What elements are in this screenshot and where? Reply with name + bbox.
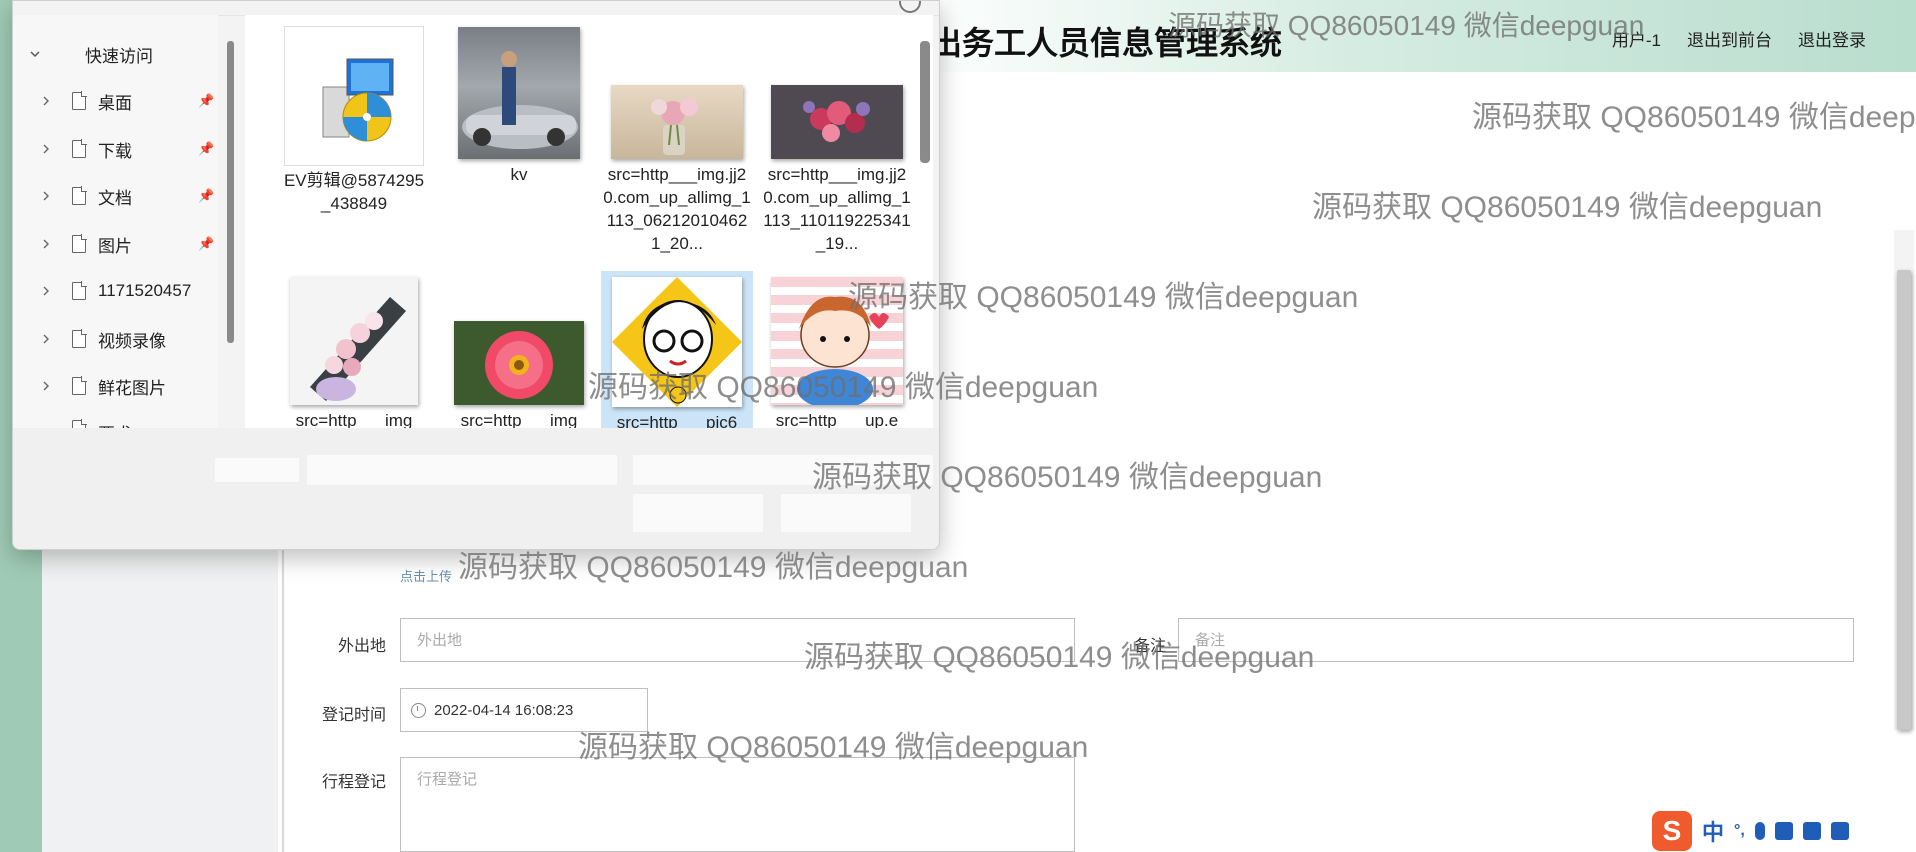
photo-thumbnail bbox=[454, 321, 584, 405]
microphone-icon[interactable] bbox=[1754, 822, 1765, 840]
ime-toolbar: S 中 °, bbox=[1652, 810, 1916, 852]
nav-item-pictures[interactable]: 图片 📌 bbox=[13, 224, 218, 264]
file-name: src=http___up.e bbox=[775, 411, 899, 428]
remark-label: 备注 bbox=[1133, 638, 1166, 655]
nav-item-label: 下载 bbox=[98, 141, 132, 161]
chevron-down-icon[interactable] bbox=[29, 48, 41, 60]
pin-icon: 📌 bbox=[198, 236, 215, 251]
photo-thumbnail bbox=[611, 85, 743, 159]
file-list: EV剪辑@5874295_438849 kv src=http___img.jj… bbox=[245, 15, 933, 428]
nav-item-folder-1171520457[interactable]: 1171520457 bbox=[13, 271, 218, 311]
file-name-input[interactable] bbox=[307, 455, 617, 485]
nav-item-label: 文档 bbox=[98, 188, 132, 208]
file-name: src=http___img bbox=[295, 411, 413, 428]
register-time-label: 登记时间 bbox=[321, 707, 386, 724]
folder-icon bbox=[72, 234, 87, 253]
nav-item-label: 视频录像 bbox=[98, 331, 166, 351]
file-open-dialog: 快速访问 桌面 📌 下载 📌 文档 📌 图片 📌 1171520457 视频录像… bbox=[12, 0, 940, 550]
file-name-label bbox=[215, 458, 299, 482]
exit-to-frontend-link[interactable]: 退出到前台 bbox=[1687, 26, 1772, 51]
nav-item-label: 1171520457 bbox=[98, 281, 192, 300]
file-name: src=http___img bbox=[460, 411, 578, 428]
photo-thumbnail bbox=[290, 277, 418, 405]
photo-thumbnail bbox=[458, 27, 580, 159]
trip-record-label: 行程登记 bbox=[321, 774, 386, 791]
file-item[interactable]: src=http___up.e bbox=[761, 277, 913, 428]
installer-icon bbox=[285, 27, 423, 165]
clock-icon bbox=[411, 702, 426, 718]
nav-quick-access[interactable]: 快速访问 bbox=[13, 34, 218, 74]
photo-thumbnail bbox=[771, 277, 903, 405]
chevron-right-icon[interactable] bbox=[41, 144, 51, 154]
file-item[interactable]: src=http___img.jj20.com_up_allimg_1113_0… bbox=[601, 27, 753, 255]
file-item[interactable]: src=http___img bbox=[278, 277, 430, 428]
navigation-pane: 快速访问 桌面 📌 下载 📌 文档 📌 图片 📌 1171520457 视频录像… bbox=[13, 15, 218, 434]
photo-thumbnail bbox=[612, 277, 742, 407]
upload-hint[interactable]: 点击上传 bbox=[400, 566, 452, 585]
dialog-title-strip bbox=[13, 1, 939, 16]
folder-icon bbox=[72, 376, 87, 395]
chevron-right-icon[interactable] bbox=[41, 286, 51, 296]
folder-icon bbox=[72, 139, 87, 158]
chevron-right-icon[interactable] bbox=[41, 381, 51, 391]
nav-item-videos[interactable]: 视频录像 bbox=[13, 319, 218, 359]
remark-input[interactable]: 备注 bbox=[1178, 618, 1854, 662]
file-list-scrollbar[interactable] bbox=[920, 41, 930, 163]
nav-item-label: 图片 bbox=[98, 236, 132, 256]
chevron-right-icon[interactable] bbox=[41, 191, 51, 201]
file-item[interactable]: src=http___img.jj20.com_up_allimg_1113_1… bbox=[761, 27, 913, 255]
nav-item-documents[interactable]: 文档 📌 bbox=[13, 176, 218, 216]
file-name: kv bbox=[510, 165, 528, 184]
pin-icon: 📌 bbox=[198, 141, 215, 156]
register-time-input[interactable]: 2022-04-14 16:08:23 bbox=[400, 688, 648, 732]
page-scrollbar-thumb[interactable] bbox=[1897, 270, 1911, 730]
dialog-footer bbox=[13, 428, 939, 549]
nav-quick-access-label: 快速访问 bbox=[85, 46, 153, 66]
sogou-logo-icon[interactable]: S bbox=[1652, 811, 1692, 851]
folder-icon bbox=[72, 329, 87, 348]
system-title: 出务工人员信息管理系统 bbox=[930, 25, 1283, 61]
folder-icon bbox=[72, 281, 87, 300]
file-item[interactable]: kv bbox=[443, 27, 595, 186]
file-name: src=http___pic6 bbox=[616, 413, 738, 428]
file-type-select[interactable] bbox=[633, 455, 933, 485]
cancel-button[interactable] bbox=[781, 494, 911, 532]
pin-icon: 📌 bbox=[198, 93, 215, 108]
trip-record-textarea[interactable]: 行程登记 bbox=[400, 757, 1075, 852]
file-name: src=http___img.jj20.com_up_allimg_1113_0… bbox=[603, 165, 751, 253]
file-name: EV剪辑@5874295_438849 bbox=[283, 171, 425, 213]
nav-item-downloads[interactable]: 下载 📌 bbox=[13, 129, 218, 169]
ime-lang-toggle[interactable]: 中 bbox=[1702, 815, 1724, 847]
nav-item-label: 鲜花图片 bbox=[98, 378, 166, 398]
destination-input[interactable]: 外出地 bbox=[400, 618, 1075, 662]
nav-scrollbar[interactable] bbox=[227, 41, 234, 343]
chevron-right-icon[interactable] bbox=[41, 96, 51, 106]
destination-label: 外出地 bbox=[337, 638, 386, 655]
user-menu[interactable]: 用户-1 bbox=[1612, 26, 1661, 51]
toolbox-icon[interactable] bbox=[1830, 822, 1849, 840]
register-time-value: 2022-04-14 16:08:23 bbox=[434, 701, 574, 719]
header-links: 用户-1 退出到前台 退出登录 bbox=[1612, 26, 1866, 51]
logout-link[interactable]: 退出登录 bbox=[1798, 26, 1866, 51]
photo-thumbnail bbox=[771, 85, 903, 159]
file-item[interactable]: EV剪辑@5874295_438849 bbox=[278, 27, 430, 215]
file-item[interactable]: src=http___img bbox=[443, 277, 595, 428]
open-button[interactable] bbox=[633, 494, 763, 532]
folder-icon bbox=[72, 186, 87, 205]
folder-icon bbox=[72, 91, 87, 110]
pin-icon: 📌 bbox=[198, 188, 215, 203]
nav-item-desktop[interactable]: 桌面 📌 bbox=[13, 81, 218, 121]
file-item-selected[interactable]: src=http___pic6 bbox=[601, 271, 753, 428]
page-scrollbar[interactable] bbox=[1894, 230, 1914, 730]
ime-punct-toggle[interactable]: °, bbox=[1734, 822, 1745, 840]
keyboard-icon[interactable] bbox=[1774, 822, 1793, 840]
nav-item-flower-pictures[interactable]: 鲜花图片 bbox=[13, 366, 218, 406]
chevron-right-icon[interactable] bbox=[41, 239, 51, 249]
file-name: src=http___img.jj20.com_up_allimg_1113_1… bbox=[763, 165, 911, 253]
nav-item-label: 桌面 bbox=[98, 93, 132, 113]
skin-icon[interactable] bbox=[1802, 822, 1821, 840]
chevron-right-icon[interactable] bbox=[41, 334, 51, 344]
